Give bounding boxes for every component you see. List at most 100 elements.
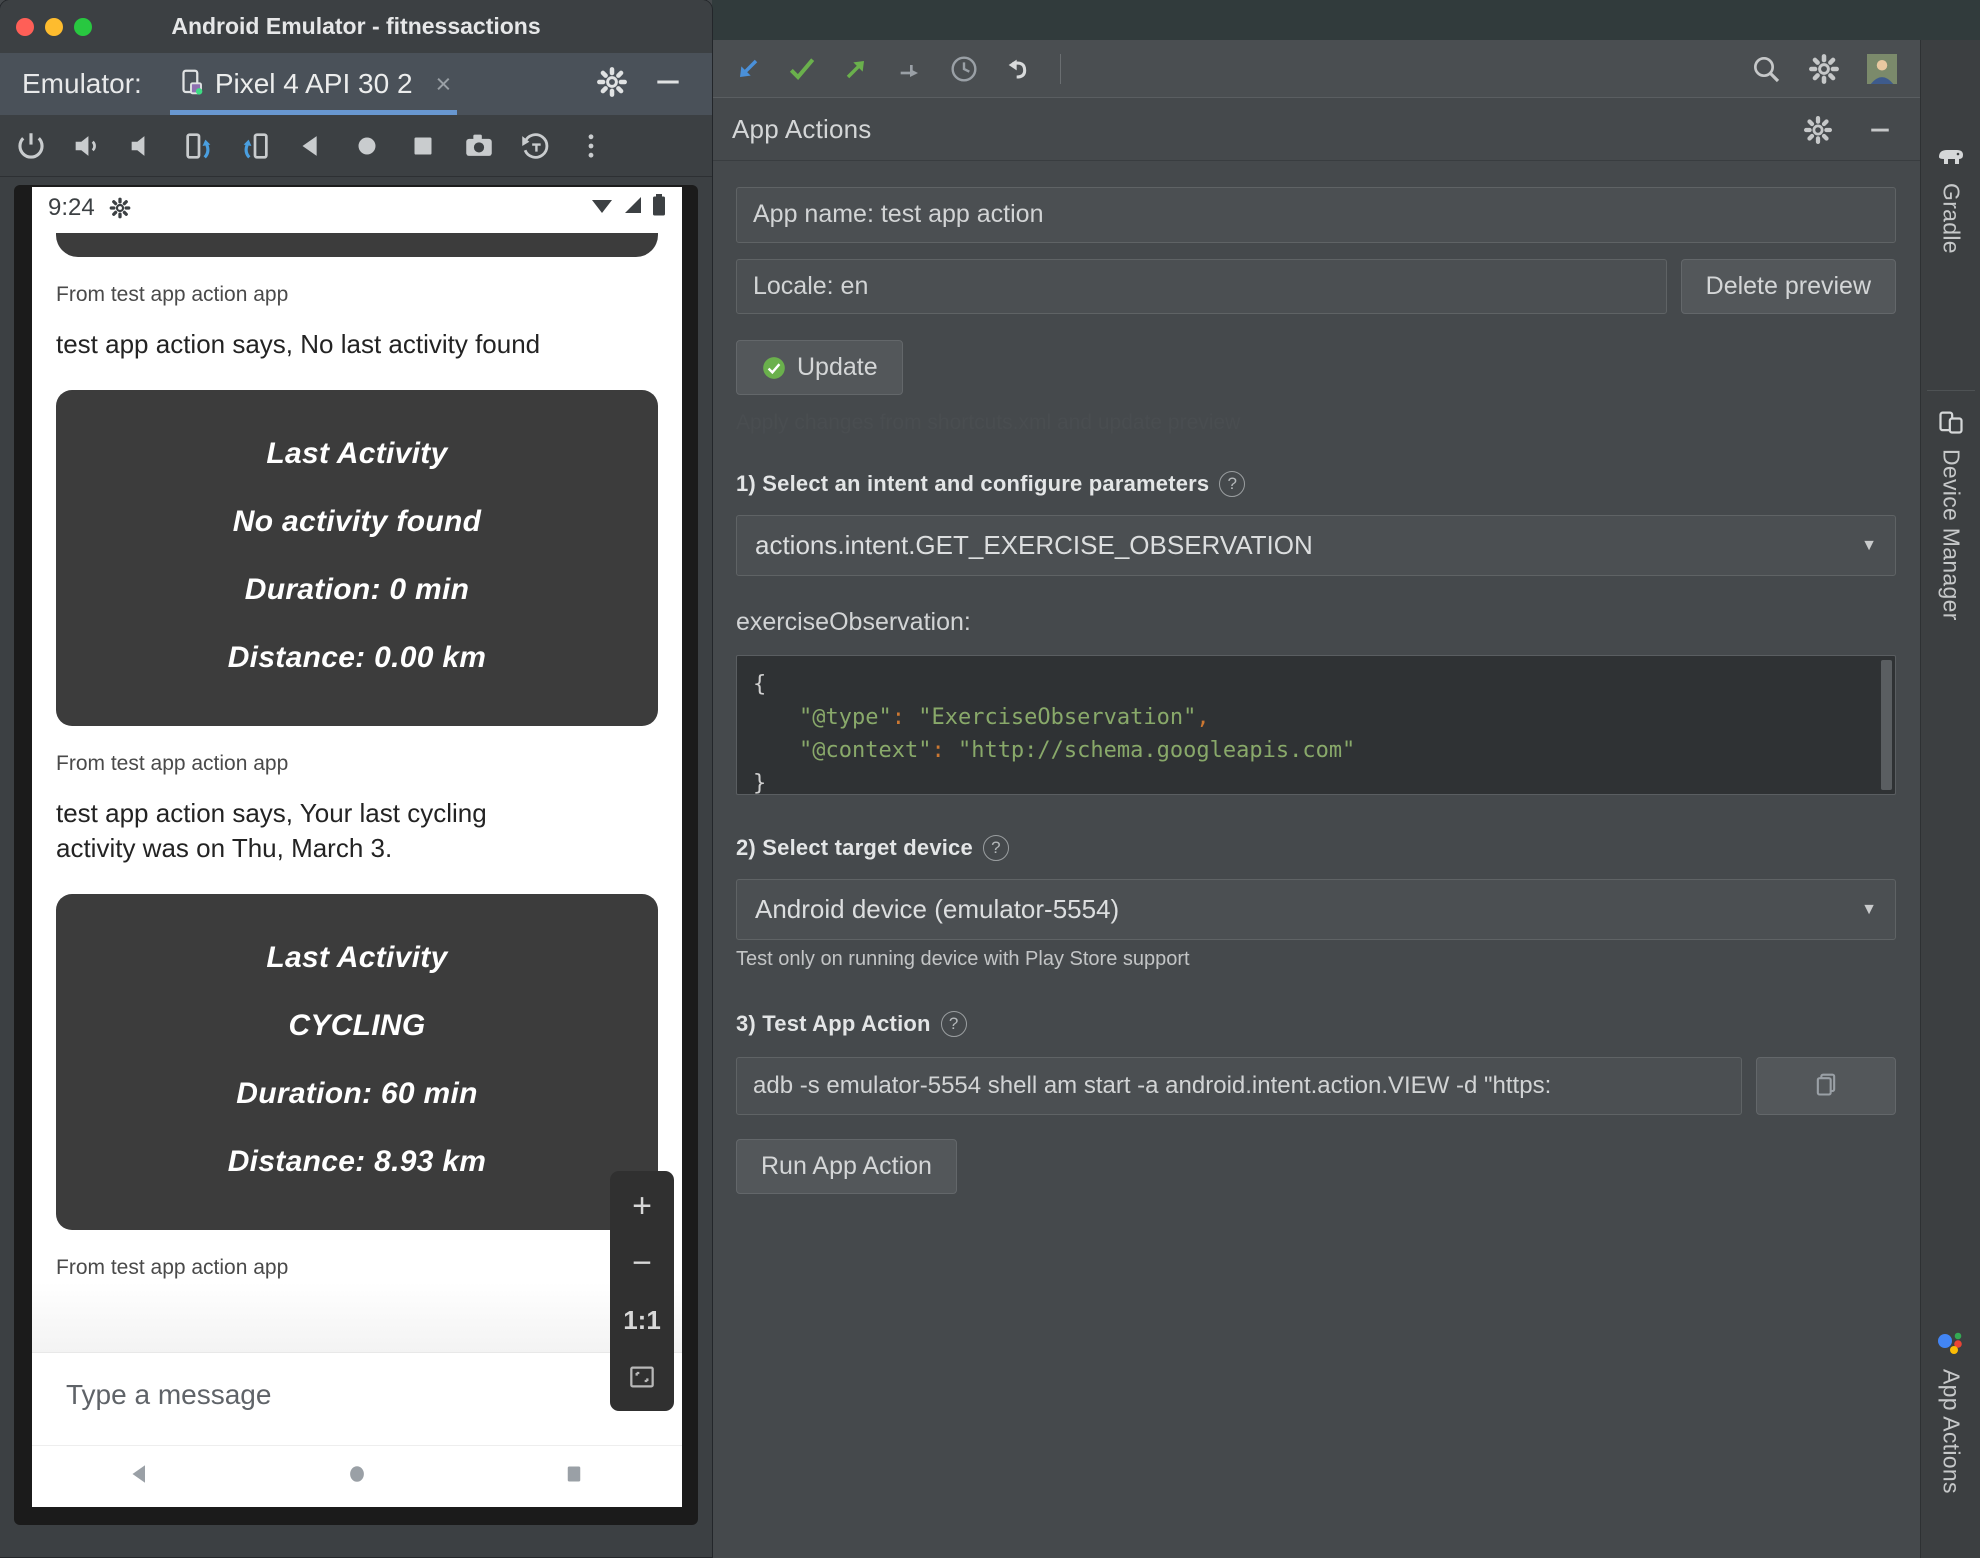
copy-icon [1812, 1070, 1840, 1103]
actual-size-button[interactable]: 1:1 [618, 1296, 666, 1344]
record-icon[interactable] [512, 123, 558, 169]
android-emulator-window: Android Emulator - fitnessactions Emulat… [0, 0, 712, 1557]
activity-card: Last Activity No activity found Duration… [56, 390, 658, 727]
run-app-action-button[interactable]: Run App Action [736, 1139, 957, 1194]
message-text: test app action says, No last activity f… [56, 329, 541, 359]
target-device-value: Android device (emulator-5554) [755, 894, 1120, 924]
settings-gear-icon[interactable] [1800, 112, 1836, 148]
intent-dropdown[interactable]: actions.intent.GET_EXERCISE_OBSERVATION … [736, 515, 1896, 576]
message-text: test app action says, Your last cycling … [56, 798, 487, 864]
assistant-dots-icon [1935, 1330, 1967, 1361]
activity-card: Last Activity CYCLING Duration: 60 min D… [56, 894, 658, 1231]
fit-screen-icon[interactable] [618, 1353, 666, 1401]
screenshot-icon[interactable] [456, 123, 502, 169]
sidebar-item-device-manager[interactable]: Device Manager [1921, 408, 1980, 621]
back-icon[interactable] [288, 123, 334, 169]
avatar-icon[interactable] [1864, 51, 1900, 87]
json-context-value: "http://schema.googleapis.com" [957, 738, 1356, 763]
device-manager-icon [1937, 408, 1965, 441]
minimize-icon[interactable] [1862, 112, 1898, 148]
rotate-left-icon[interactable] [176, 123, 222, 169]
settings-gear-icon[interactable] [1806, 51, 1842, 87]
parameter-json-editor[interactable]: { "@type": "ExerciseObservation", "@cont… [736, 655, 1896, 795]
green-check-circle-icon [761, 355, 787, 381]
status-time: 9:24 [48, 194, 95, 221]
emulator-label: Emulator: [22, 68, 142, 99]
editor-scrollbar[interactable] [1881, 660, 1892, 790]
back-triangle-icon[interactable] [125, 1459, 155, 1494]
right-tool-window-strip: Gradle Device Manager App Actions [1920, 40, 1980, 1558]
ide-debug-toolbar [712, 40, 1920, 98]
help-icon[interactable]: ? [940, 1011, 967, 1037]
help-icon[interactable]: ? [1219, 471, 1246, 497]
settings-gear-icon[interactable] [596, 66, 628, 103]
json-close-brace: } [753, 771, 767, 795]
copy-command-button[interactable] [1756, 1057, 1896, 1115]
app-actions-title: App Actions [732, 114, 872, 144]
locale-field[interactable]: Locale: en [736, 258, 1667, 314]
message-input[interactable]: Type a message [32, 1353, 682, 1411]
clock-history-icon[interactable] [946, 51, 982, 87]
close-tab-icon[interactable]: × [436, 69, 452, 100]
overview-icon[interactable] [400, 123, 446, 169]
toolstrip-divider [1927, 390, 1975, 391]
intent-dropdown-value: actions.intent.GET_EXERCISE_OBSERVATION [755, 530, 1313, 560]
parameter-label: exerciseObservation: [736, 608, 971, 636]
zoom-in-button[interactable]: + [618, 1182, 666, 1230]
home-circle-icon[interactable] [342, 1459, 372, 1494]
device-support-note: Test only on running device with Play St… [736, 948, 1190, 970]
minimize-icon[interactable] [652, 66, 684, 103]
step-out-icon[interactable] [838, 51, 874, 87]
target-device-dropdown[interactable]: Android device (emulator-5554) ▼ [736, 879, 1896, 940]
update-button[interactable]: Update [736, 340, 903, 395]
home-icon[interactable] [344, 123, 390, 169]
step-into-icon[interactable] [730, 51, 766, 87]
undo-icon[interactable] [1000, 51, 1036, 87]
run-check-icon[interactable] [784, 51, 820, 87]
json-open-brace: { [753, 672, 767, 697]
signal-icon [622, 194, 644, 222]
volume-up-icon[interactable] [64, 123, 110, 169]
status-bar-indicators [590, 193, 666, 223]
wifi-icon [590, 194, 614, 222]
minimize-window-button[interactable] [45, 18, 63, 36]
update-button-label: Update [797, 353, 878, 381]
emulator-title-bar: Android Emulator - fitnessactions [0, 0, 712, 53]
sidebar-item-app-actions[interactable]: App Actions [1921, 1330, 1980, 1494]
app-name-field[interactable]: App name: test app action [736, 187, 1896, 243]
volume-down-icon[interactable] [120, 123, 166, 169]
json-type-key: "@type" [799, 705, 892, 730]
recents-square-icon[interactable] [559, 1459, 589, 1494]
step1-label: 1) Select an intent and configure parame… [736, 471, 1210, 496]
window-traffic-lights [16, 18, 92, 36]
assistant-chat-scroll[interactable]: From test app action app test app action… [32, 229, 682, 1352]
activity-card-distance: Distance: 0.00 km [227, 641, 487, 675]
more-icon[interactable] [568, 123, 614, 169]
power-icon[interactable] [8, 123, 54, 169]
activity-card-duration: Duration: 60 min [236, 1077, 478, 1111]
adb-command-field[interactable]: adb -s emulator-5554 shell am start -a a… [736, 1057, 1742, 1115]
step-over-icon[interactable] [892, 51, 928, 87]
close-window-button[interactable] [16, 18, 34, 36]
delete-preview-button[interactable]: Delete preview [1680, 258, 1896, 314]
zoom-window-button[interactable] [74, 18, 92, 36]
activity-card-title: Last Activity [266, 437, 448, 471]
app-actions-header-actions [1800, 112, 1920, 148]
device-phone-icon [176, 67, 206, 102]
gradle-elephant-icon [1936, 144, 1966, 175]
emulator-window-buttons [596, 66, 700, 103]
message-block-2: From test app action app test app action… [32, 726, 682, 1231]
android-nav-bar [32, 1445, 682, 1507]
message-block-1: From test app action app test app action… [32, 257, 682, 727]
sidebar-label-gradle: Gradle [1938, 183, 1965, 254]
search-icon[interactable] [1748, 51, 1784, 87]
rotate-right-icon[interactable] [232, 123, 278, 169]
sidebar-item-gradle[interactable]: Gradle [1921, 144, 1980, 254]
step3-label: 3) Test App Action [736, 1011, 931, 1036]
message-input-area: Type a message [32, 1352, 682, 1507]
scroll-fade-overlay [32, 1282, 682, 1352]
emulator-device-tab[interactable]: Pixel 4 API 30 2 × [169, 53, 458, 115]
gear-icon [109, 197, 131, 219]
zoom-out-button[interactable]: − [618, 1239, 666, 1287]
help-icon[interactable]: ? [982, 835, 1009, 861]
